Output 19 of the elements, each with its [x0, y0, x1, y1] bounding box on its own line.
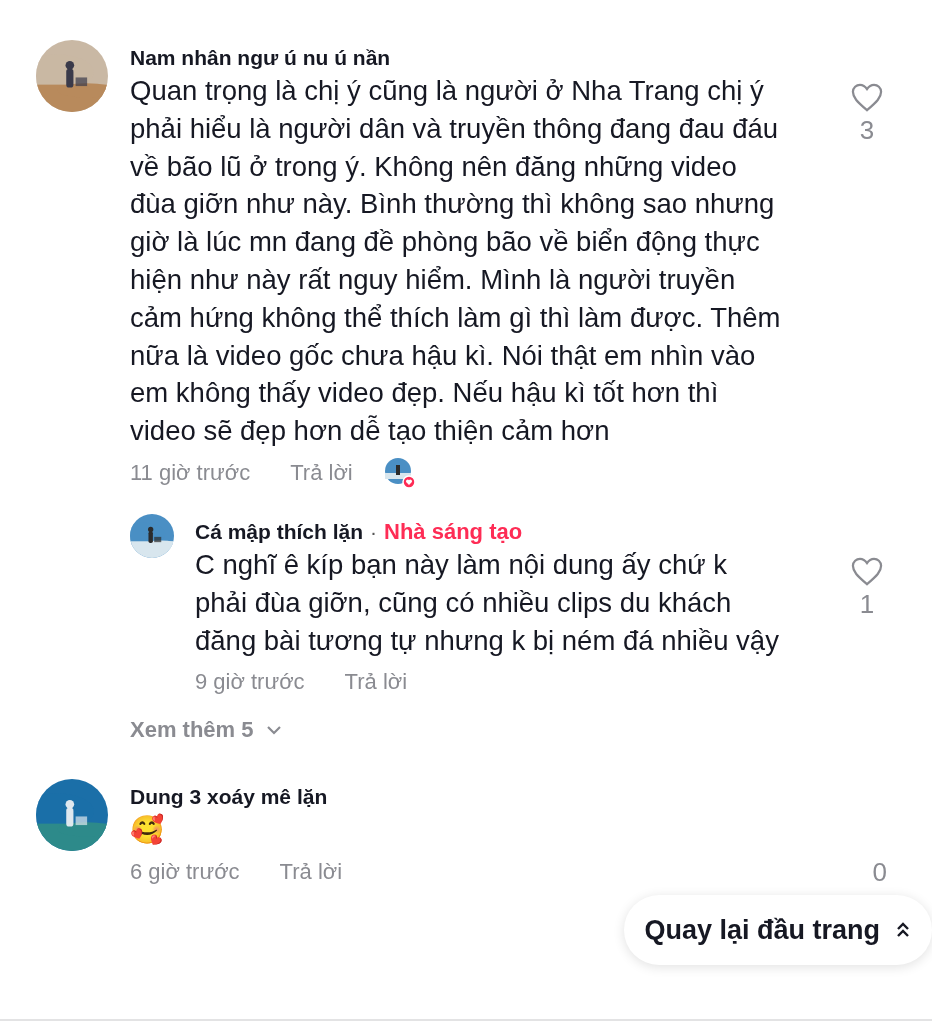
comment-time: 9 giờ trước — [195, 669, 305, 696]
like-count: 0 — [872, 856, 887, 890]
comment-time: 11 giờ trước — [130, 459, 251, 486]
comment-text: C nghĩ ê kíp bạn này làm nội dung ấy chứ k phải đùa giỡn, cũng có nhiều clips du khách đăng bài tương tự nhưng k bị ném đá nhiều vậy — [195, 547, 780, 658]
comment-time: 6 giờ trước — [130, 859, 240, 886]
like-count: 3 — [859, 114, 875, 147]
author-name[interactable]: Dung 3 xoáy mê lặn — [130, 783, 932, 812]
heart-icon[interactable] — [850, 555, 884, 587]
separator-dot: · — [370, 519, 378, 544]
comment-text: Quan trọng là chị ý cũng là người ở Nha Trang chị ý phải hiểu là người dân và truyền thông đang đau đáu về bão lũ ở trong ý. Không nên đăng những video đùa giỡn như này. Bình thường thì không sao nhưng giờ là lúc mn đang đề phòng bão về biển động thực hiện như này rất nguy hiểm. Mình là người truyền cảm hứng không thể thích làm gì thì làm được. Thêm nữa là video gốc chưa hậu kì. Nói thật em nhìn vào em không thấy video đẹp. Nếu hậu kì tốt hơn thì video sẽ đẹp hơn dễ tạo thiện cảm hơn — [130, 74, 782, 449]
back-to-top-button[interactable]: Quay lại đầu trang — [624, 895, 932, 965]
chevron-down-icon — [265, 725, 282, 736]
author-name[interactable]: Nam nhân ngư ú nu ú nần — [130, 44, 932, 72]
double-chevron-up-icon — [896, 922, 910, 938]
author-name[interactable]: Cá mập thích lặn — [195, 517, 364, 546]
like-count: 1 — [859, 587, 875, 621]
creator-label: Nhà sáng tạo — [384, 518, 523, 545]
heart-icon[interactable] — [850, 82, 884, 113]
comment-text: 🥰 — [130, 812, 165, 848]
